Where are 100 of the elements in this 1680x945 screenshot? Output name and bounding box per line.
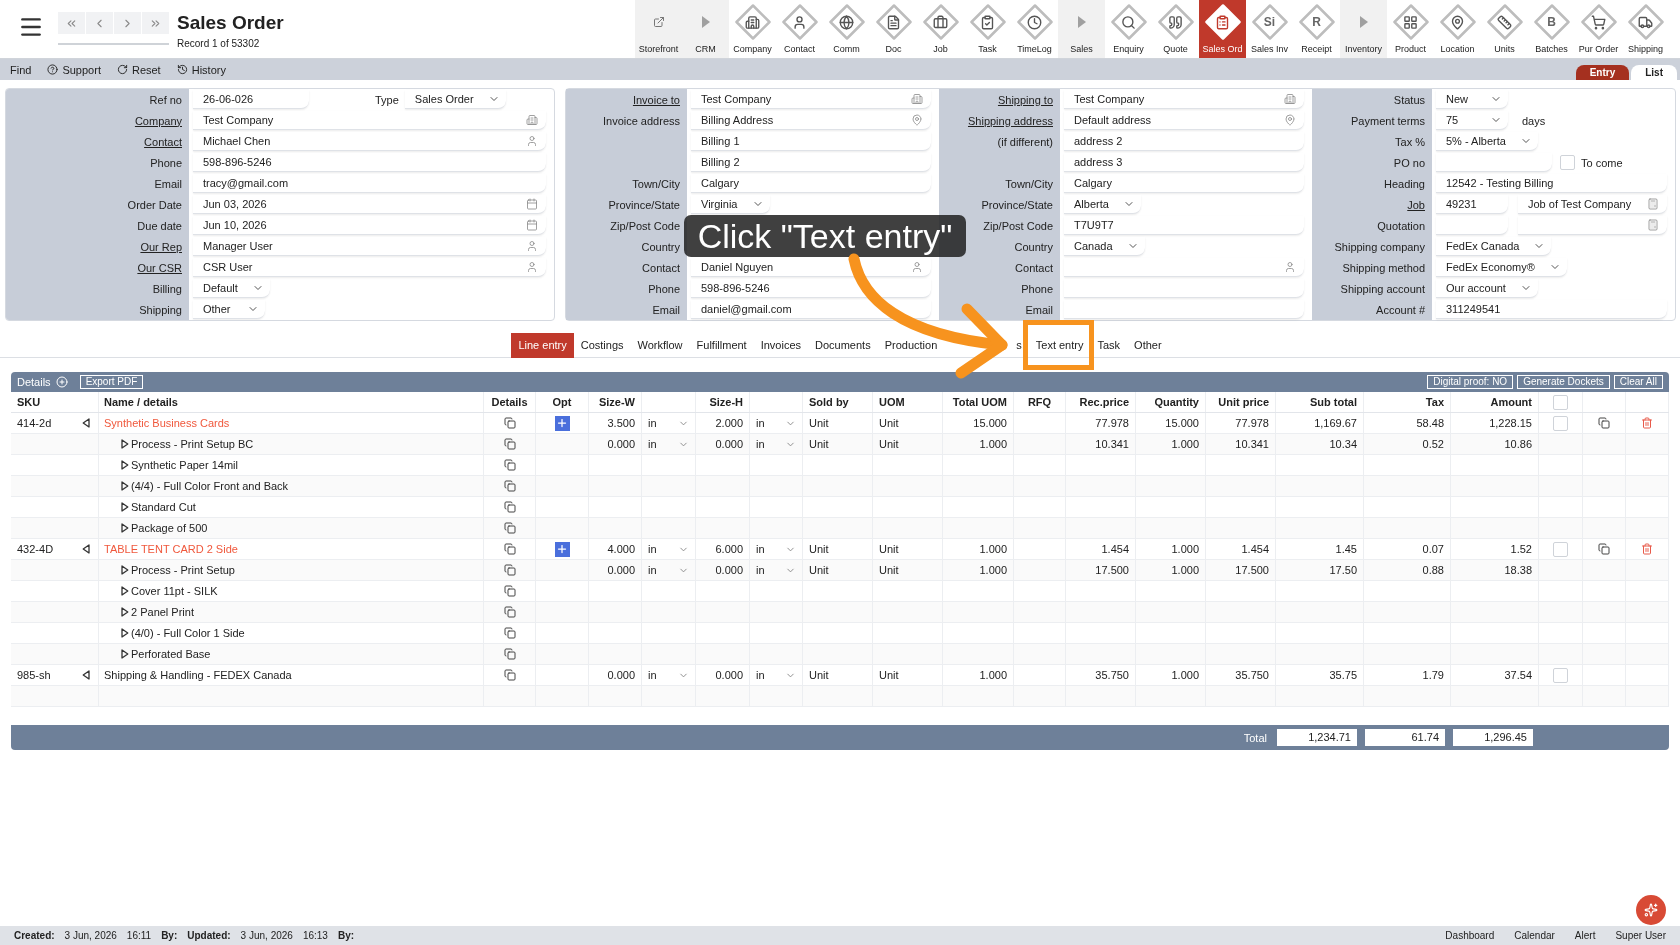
copy-icon[interactable] [503, 459, 516, 471]
input-field[interactable]: Michael Chen [193, 132, 546, 151]
tab[interactable]: Fulfillment [689, 332, 754, 358]
select-field[interactable]: FedEx Economy® [1436, 258, 1567, 277]
select-field[interactable]: Canada [1064, 237, 1145, 256]
toolbar-action-button[interactable]: Clear All [1613, 375, 1663, 389]
copy-icon[interactable] [1598, 543, 1610, 555]
support-button[interactable]: Support [47, 62, 101, 77]
input-field[interactable]: tracy@gmail.com [193, 174, 546, 193]
input-field[interactable] [1436, 216, 1508, 235]
tab[interactable]: Line entry [511, 332, 574, 358]
triangle-right-icon[interactable] [121, 460, 129, 470]
input-field[interactable]: T7U9T7 [1064, 216, 1304, 235]
copy-icon[interactable] [503, 564, 516, 576]
unit-select[interactable]: in [756, 416, 796, 430]
triangle-right-icon[interactable] [121, 439, 129, 449]
copy-icon[interactable] [503, 585, 516, 597]
find-button[interactable]: Find [10, 62, 32, 77]
field-link[interactable]: Shipping to [997, 92, 1053, 107]
input-field[interactable]: address 3 [1064, 153, 1304, 172]
input-field[interactable]: 26-06-026 [193, 90, 309, 109]
item-name[interactable]: TABLE TENT CARD 2 Side [104, 542, 238, 556]
view-tab[interactable]: List [1631, 65, 1677, 80]
tab[interactable]: Production [877, 332, 945, 358]
field-link[interactable]: Job [1407, 197, 1425, 212]
reset-button[interactable]: Reset [116, 62, 161, 77]
copy-icon[interactable] [503, 606, 516, 618]
select-field[interactable]: Default [193, 279, 270, 298]
toolbar-button[interactable]: Storefront [635, 0, 682, 58]
input-field[interactable]: Billing Address [691, 111, 931, 130]
input-field[interactable]: 311249541 [1436, 300, 1667, 319]
status-link[interactable]: Dashboard [1445, 929, 1495, 942]
status-link[interactable]: Alert [1574, 929, 1596, 942]
select-field[interactable]: Virginia [691, 195, 770, 214]
field-link[interactable]: Contact [144, 134, 182, 149]
checkbox[interactable] [1553, 541, 1568, 557]
toolbar-button[interactable]: Sales [1058, 0, 1105, 58]
input-field[interactable]: daniel@gmail.com [691, 300, 931, 319]
tab[interactable]: Other [1127, 332, 1169, 358]
triangle-left-icon[interactable] [82, 544, 90, 554]
input-field[interactable]: 49231 [1436, 195, 1508, 214]
input-field[interactable]: CSR User [193, 258, 546, 277]
select-field[interactable]: Sales Order [404, 90, 506, 109]
tab[interactable]: Documents [808, 332, 878, 358]
trash-icon[interactable] [1641, 543, 1653, 555]
unit-select[interactable]: in [756, 542, 796, 556]
copy-icon[interactable] [503, 480, 516, 492]
triangle-right-icon[interactable] [121, 523, 129, 533]
input-field[interactable]: address 2 [1064, 132, 1304, 151]
triangle-right-icon[interactable] [121, 481, 129, 491]
input-field[interactable]: Calgary [1064, 174, 1304, 193]
triangle-left-icon[interactable] [82, 418, 90, 428]
input-field[interactable]: Test Company [1064, 90, 1304, 109]
checkbox[interactable] [1560, 155, 1575, 170]
add-option-button[interactable] [554, 541, 570, 557]
select-field[interactable]: Alberta [1064, 195, 1141, 214]
select-field[interactable]: FedEx Canada [1436, 237, 1552, 256]
input-field[interactable]: Job of Test Company [1518, 195, 1667, 214]
input-field[interactable]: 598-896-5246 [193, 153, 546, 172]
copy-icon[interactable] [503, 627, 516, 639]
export-button[interactable]: Export PDF [79, 375, 144, 389]
tab[interactable]: s [1009, 332, 1029, 358]
field-link[interactable]: Invoice to [632, 92, 680, 107]
input-field[interactable]: Default address [1064, 111, 1304, 130]
toolbar-button[interactable]: Sales Ord [1199, 0, 1246, 58]
assistant-button[interactable] [1636, 895, 1666, 925]
input-field[interactable]: Billing 2 [691, 153, 931, 172]
input-field[interactable]: Billing 1 [691, 132, 931, 151]
field-link[interactable]: Shipping address [968, 113, 1053, 128]
unit-select[interactable]: in [648, 563, 689, 577]
triangle-left-icon[interactable] [82, 670, 90, 680]
input-field[interactable]: Jun 03, 2026 [193, 195, 546, 214]
field-link[interactable]: Our Rep [140, 239, 182, 254]
input-field[interactable] [1064, 258, 1304, 277]
tab[interactable]: Text entry [1028, 332, 1091, 358]
unit-select[interactable]: in [648, 542, 689, 556]
add-circle-icon[interactable] [55, 376, 68, 388]
tab[interactable]: Task [1090, 332, 1128, 358]
select-field[interactable]: Our account [1436, 279, 1538, 298]
input-field[interactable]: Jun 10, 2026 [193, 216, 546, 235]
copy-icon[interactable] [503, 648, 516, 660]
input-field[interactable]: 598-896-5246 [691, 279, 931, 298]
unit-select[interactable]: in [648, 416, 689, 430]
copy-icon[interactable] [503, 669, 516, 681]
copy-icon[interactable] [503, 501, 516, 513]
item-name[interactable]: Shipping & Handling - FEDEX Canada [104, 668, 292, 682]
unit-select[interactable]: in [756, 437, 796, 451]
tab[interactable]: Invoices [753, 332, 809, 358]
checkbox[interactable] [1553, 415, 1568, 431]
toolbar-action-button[interactable]: Digital proof: NO [1427, 375, 1514, 389]
input-field[interactable]: Manager User [193, 237, 546, 256]
copy-icon[interactable] [503, 522, 516, 534]
unit-select[interactable]: in [756, 668, 796, 682]
status-link[interactable]: Super User [1615, 929, 1666, 942]
input-field[interactable]: Test Company [691, 90, 931, 109]
unit-select[interactable]: in [648, 437, 689, 451]
toolbar-action-button[interactable]: Generate Dockets [1517, 375, 1610, 389]
triangle-right-icon[interactable] [121, 628, 129, 638]
input-field[interactable]: 12542 - Testing Billing [1436, 174, 1667, 193]
select-field[interactable]: Other [193, 300, 265, 319]
